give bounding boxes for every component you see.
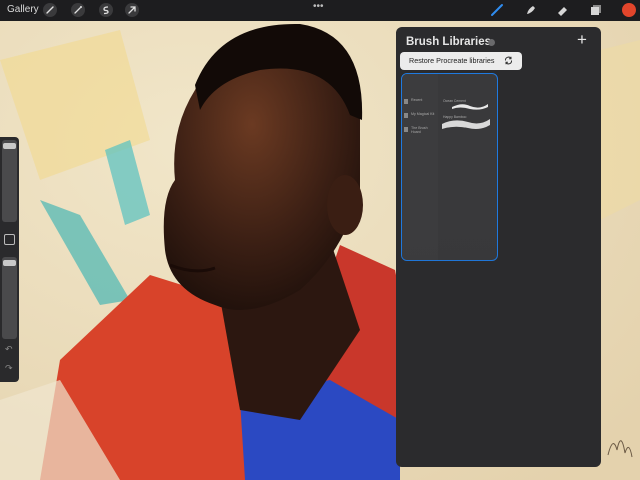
brush-size-slider[interactable] bbox=[2, 140, 17, 222]
transform-arrow-icon[interactable] bbox=[125, 3, 139, 17]
panel-overlay bbox=[396, 227, 601, 467]
redo-icon[interactable]: ↷ bbox=[5, 363, 13, 374]
info-icon[interactable] bbox=[488, 39, 495, 46]
library-label: Recent bbox=[411, 98, 423, 102]
opacity-slider[interactable] bbox=[2, 257, 17, 339]
brush-size-thumb[interactable] bbox=[3, 143, 16, 149]
opacity-thumb[interactable] bbox=[3, 260, 16, 266]
modify-button[interactable] bbox=[4, 234, 15, 245]
restore-libraries-label: Restore Procreate libraries bbox=[409, 56, 495, 65]
restore-refresh-icon[interactable] bbox=[503, 55, 514, 66]
more-options-icon[interactable]: ••• bbox=[313, 1, 324, 12]
left-sidebar: ↶ ↷ bbox=[0, 137, 19, 382]
library-label: The Brush Hoard bbox=[411, 126, 428, 134]
library-icon bbox=[404, 113, 408, 118]
brush-stroke-preview[interactable] bbox=[450, 101, 490, 111]
selection-icon[interactable] bbox=[99, 3, 113, 17]
undo-icon[interactable]: ↶ bbox=[5, 344, 13, 355]
library-label: My Magical Kit bbox=[411, 112, 435, 116]
wrench-icon[interactable] bbox=[43, 3, 57, 17]
library-item-brush-hoard[interactable]: The Brush Hoard bbox=[404, 126, 436, 139]
brush-stroke-preview[interactable] bbox=[440, 116, 492, 132]
artist-signature bbox=[607, 440, 633, 458]
brush-icon[interactable] bbox=[490, 3, 504, 17]
smudge-icon[interactable] bbox=[524, 3, 538, 17]
layers-icon[interactable] bbox=[589, 3, 603, 17]
brush-libraries-panel: Brush Libraries + Restore Procreate libr… bbox=[396, 27, 601, 467]
gallery-button[interactable]: Gallery bbox=[7, 4, 39, 15]
library-item-recent[interactable]: Recent bbox=[404, 98, 436, 111]
library-icon bbox=[404, 127, 408, 132]
magic-wand-icon[interactable] bbox=[71, 3, 85, 17]
library-icon bbox=[404, 99, 408, 104]
color-picker-button[interactable] bbox=[622, 3, 636, 17]
panel-title: Brush Libraries bbox=[406, 36, 491, 48]
top-toolbar: Gallery ••• bbox=[0, 0, 640, 21]
eraser-icon[interactable] bbox=[556, 3, 570, 17]
add-library-button[interactable]: + bbox=[577, 30, 587, 50]
library-item-magical-kit[interactable]: My Magical Kit bbox=[404, 112, 436, 125]
restore-libraries-popup[interactable]: Restore Procreate libraries bbox=[400, 52, 522, 70]
